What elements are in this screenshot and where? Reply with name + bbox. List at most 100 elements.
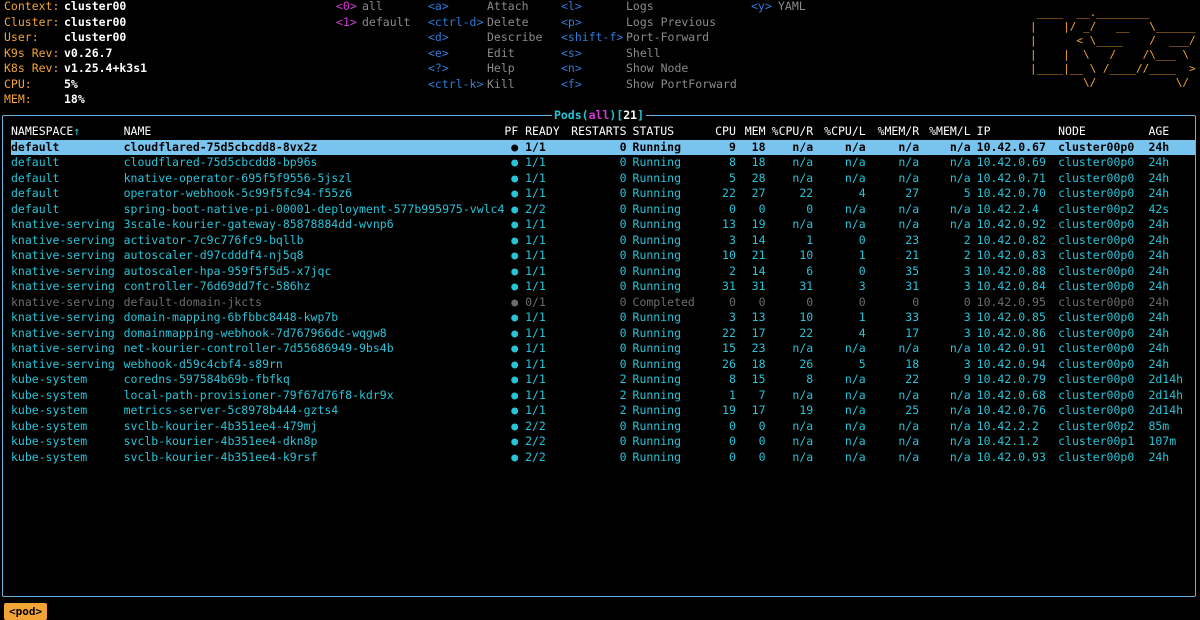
col-ip[interactable]: IP	[971, 124, 1058, 140]
hotkey[interactable]: <ctrl-d> Delete	[428, 15, 542, 31]
node-cell: cluster00p0	[1058, 403, 1135, 417]
mem-l-cell: n/a	[949, 155, 971, 169]
mem-r-cell: 33	[905, 310, 920, 324]
port-forward-dot-icon: ●	[511, 232, 519, 247]
col-mem-l[interactable]: %MEM/L	[919, 124, 971, 140]
status-cell: Running	[632, 232, 681, 247]
mem-cell: 0	[758, 449, 766, 464]
age-cell: 24h	[1148, 341, 1170, 355]
table-row[interactable]: kube-system svclb-kourier-4b351ee4-k9rsf ●…	[11, 450, 1195, 466]
col-cpu-r[interactable]: %CPU/R	[766, 124, 814, 140]
table-row[interactable]: knative-serving autoscaler-hpa-959f5f5d5-…	[11, 264, 1195, 280]
table-row[interactable]: knative-serving webhook-d59c4cbf4-s89rn ● 1…	[11, 357, 1195, 373]
info-row: Cluster: cluster00	[4, 15, 147, 31]
age-cell: 24h	[1148, 325, 1170, 340]
cpu-cell: 0	[728, 201, 736, 216]
ip-cell: 10.42.0.69	[976, 155, 1046, 169]
hotkey-key: <d>	[428, 30, 449, 44]
table-row[interactable]: default operator-webhook-5c99f5fc94-f55z6…	[11, 186, 1195, 202]
col-cpu-l[interactable]: %CPU/L	[813, 124, 866, 140]
table-row[interactable]: default cloudflared-75d5cbcdd8-bp96s ● 1/1 0…	[11, 155, 1195, 171]
namespace-shortcut[interactable]: <0> all	[336, 0, 410, 15]
hotkey[interactable]: <n> Show Node	[561, 61, 737, 77]
col-mem-r[interactable]: %MEM/R	[866, 124, 920, 140]
mem-cell: 31	[751, 279, 766, 293]
mem-r-cell: 27	[905, 186, 920, 200]
col-namespace[interactable]: NAMESPACE↑	[11, 124, 124, 140]
ready-cell: 2/2	[525, 449, 546, 464]
hotkey[interactable]: <s> Shell	[561, 46, 737, 62]
hotkey[interactable]: <d> Describe	[428, 30, 542, 46]
ip-cell: 10.42.0.83	[976, 248, 1046, 262]
col-pf[interactable]: PF	[504, 124, 525, 140]
ns-cell: knative-serving	[11, 263, 115, 278]
ip-cell: 10.42.0.84	[976, 279, 1046, 293]
hotkey[interactable]: <e> Edit	[428, 46, 542, 62]
status-cell: Running	[632, 155, 681, 169]
mem-r-cell: n/a	[898, 341, 920, 355]
table-row[interactable]: knative-serving domainmapping-webhook-7d7…	[11, 326, 1195, 342]
ns-cell: kube-system	[11, 434, 88, 448]
status-cell: Running	[632, 248, 681, 262]
table-row[interactable]: kube-system local-path-provisioner-79f67d…	[11, 388, 1195, 404]
info-label: CPU:	[4, 76, 32, 91]
mem-r-cell: n/a	[898, 217, 920, 231]
table-row[interactable]: knative-serving autoscaler-d97cdddf4-nj5q…	[11, 248, 1195, 264]
col-node[interactable]: NODE	[1058, 124, 1148, 140]
restarts-cell: 0	[619, 294, 627, 309]
ip-cell: 10.42.2.2	[976, 418, 1039, 433]
table-row[interactable]: knative-serving default-domain-jkcts ● 0/1 0…	[11, 295, 1195, 311]
port-forward-dot-icon: ●	[511, 434, 519, 448]
hotkey[interactable]: <shift-f> Port-Forward	[561, 30, 737, 46]
hotkey[interactable]: <?> Help	[428, 61, 542, 77]
col-restarts[interactable]: RESTARTS	[565, 124, 626, 140]
node-cell: cluster00p0	[1058, 356, 1135, 371]
hotkey[interactable]: <f> Show PortForward	[561, 77, 737, 93]
info-label: K9s Rev:	[4, 45, 60, 60]
col-age[interactable]: AGE	[1148, 124, 1195, 140]
cpu-l-cell: n/a	[844, 372, 866, 386]
breadcrumb-pod[interactable]: <pod>	[4, 603, 48, 620]
cpu-cell: 26	[722, 356, 736, 371]
hotkey[interactable]: <p> Logs Previous	[561, 15, 737, 31]
col-cpu[interactable]: CPU	[695, 124, 736, 140]
table-row[interactable]: default spring-boot-native-pi-00001-deplo…	[11, 202, 1195, 218]
logo-line: |____|__ \ /____//____ >	[1030, 62, 1200, 75]
hotkey-label: Delete	[487, 14, 529, 29]
table-row[interactable]: kube-system svclb-kourier-4b351ee4-dkn8p ●…	[11, 434, 1195, 450]
table-row[interactable]: kube-system coredns-597584b69b-fbfkq ● 1/1 2…	[11, 372, 1195, 388]
cpu-cell: 10	[722, 248, 736, 262]
table-row[interactable]: knative-serving net-kourier-controller-7d…	[11, 341, 1195, 357]
name-cell: domain-mapping-6bfbbc8448-kwp7b	[123, 310, 339, 324]
table-row[interactable]: kube-system svclb-kourier-4b351ee4-479mj ●…	[11, 419, 1195, 435]
hotkey[interactable]: <a> Attach	[428, 0, 542, 15]
ip-cell: 10.42.0.88	[976, 263, 1046, 278]
hotkey[interactable]: <ctrl-k> Kill	[428, 77, 542, 93]
ip-cell: 10.42.0.94	[976, 356, 1046, 371]
col-name[interactable]: NAME	[124, 124, 505, 140]
mem-r-cell: n/a	[898, 418, 920, 433]
mem-l-cell: 9	[963, 372, 971, 386]
table-row[interactable]: knative-serving 3scale-kourier-gateway-85…	[11, 217, 1195, 233]
hotkey[interactable]: <l> Logs	[561, 0, 737, 15]
col-mem[interactable]: MEM	[736, 124, 766, 140]
table-row[interactable]: default cloudflared-75d5cbcdd8-8vx2z ● 1/1 0…	[11, 139, 1195, 155]
col-ready[interactable]: READY	[525, 124, 565, 140]
mem-r-cell: n/a	[865, 139, 920, 155]
namespace-shortcut[interactable]: <1> default	[336, 15, 410, 31]
cpu-r-cell: n/a	[792, 418, 814, 433]
info-row: CPU: 5%	[4, 77, 147, 93]
hotkey[interactable]: <y> YAML	[751, 0, 806, 15]
table-row[interactable]: default knative-operator-695f5f9556-5jszl…	[11, 171, 1195, 187]
mem-r-cell: 25	[905, 403, 920, 417]
cpu-r-cell: 26	[799, 356, 814, 371]
ns-cell: kube-system	[11, 372, 88, 386]
title-bracket-close: ]	[637, 108, 645, 122]
info-label: MEM:	[4, 92, 32, 106]
table-row[interactable]: kube-system metrics-server-5c8978b444-gzt…	[11, 403, 1195, 419]
table-row[interactable]: knative-serving activator-7c9c776fc9-bqll…	[11, 233, 1195, 249]
table-row[interactable]: knative-serving domain-mapping-6bfbbc8448…	[11, 310, 1195, 326]
cpu-r-cell: 19	[799, 403, 814, 417]
col-status[interactable]: STATUS	[627, 124, 695, 140]
table-row[interactable]: knative-serving controller-76d69dd7fc-586…	[11, 279, 1195, 295]
